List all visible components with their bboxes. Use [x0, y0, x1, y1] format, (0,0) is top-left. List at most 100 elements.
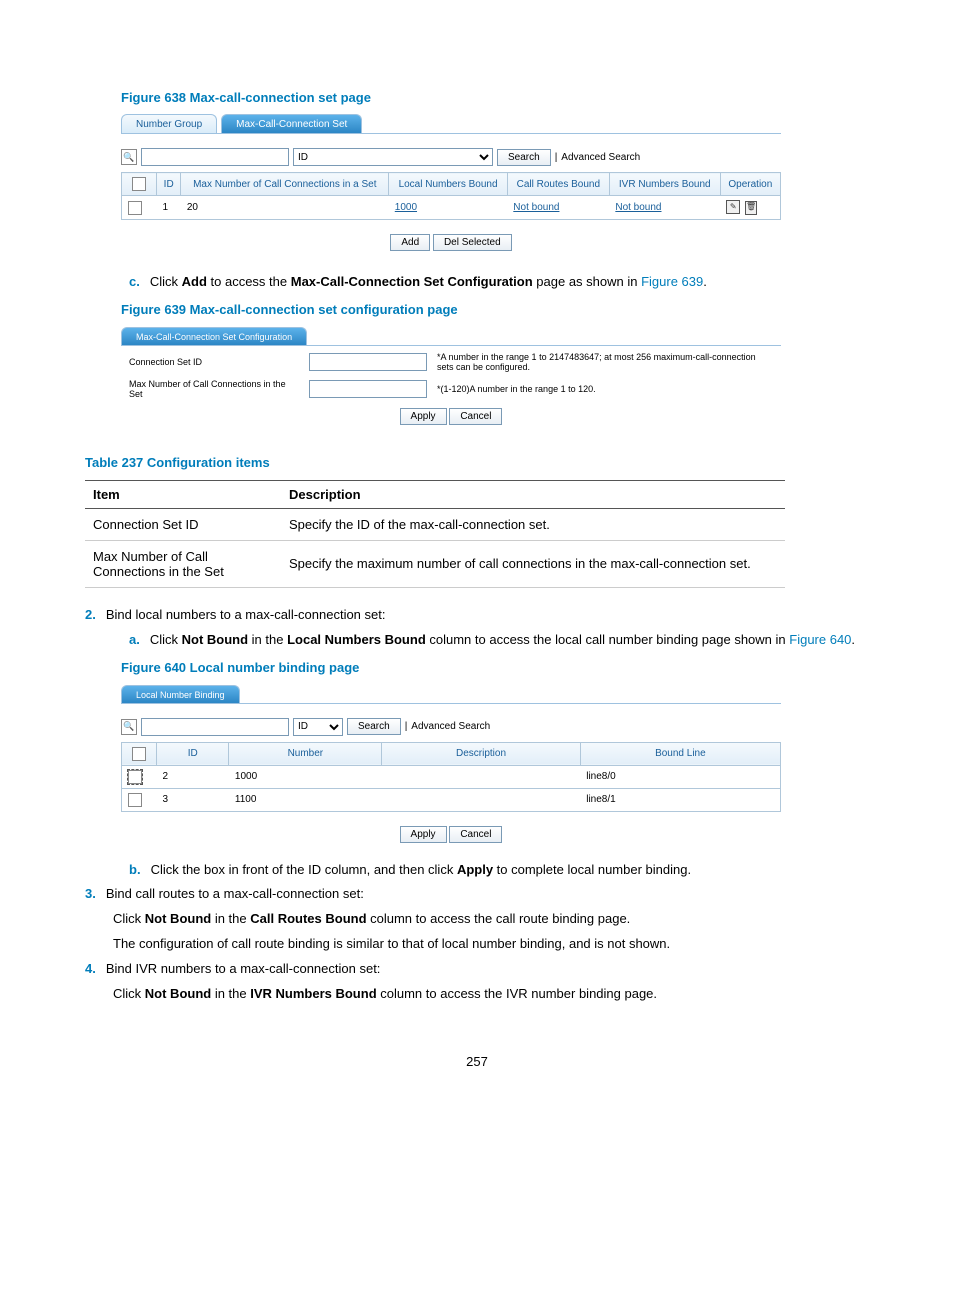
input-max-number[interactable]	[309, 380, 427, 398]
col-id: ID	[157, 173, 181, 196]
add-word: Add	[182, 274, 207, 289]
step-2a-marker: a.	[129, 632, 140, 647]
search-input[interactable]	[141, 148, 289, 166]
cell-desc: Specify the maximum number of call conne…	[281, 540, 785, 587]
step-3: 3.Bind call routes to a max-call-connect…	[113, 885, 869, 904]
cell-local-link[interactable]: 1000	[395, 202, 417, 213]
search-row: 🔍 ID Search | Advanced Search	[121, 718, 781, 736]
cell-desc	[382, 765, 580, 788]
tab-local-number-binding[interactable]: Local Number Binding	[121, 685, 240, 703]
text: column to access the local call number b…	[426, 632, 790, 647]
step-2b: b.Click the box in front of the ID colum…	[157, 861, 869, 880]
figure-640-caption: Figure 640 Local number binding page	[121, 660, 869, 675]
figure-638-caption: Figure 638 Max-call-connection set page	[121, 90, 869, 105]
row-checkbox[interactable]	[128, 201, 142, 215]
col-op: Operation	[720, 173, 780, 196]
text: Click	[150, 274, 182, 289]
figure-639: Max-Call-Connection Set Configuration Co…	[121, 323, 781, 425]
figure-640-link[interactable]: Figure 640	[789, 632, 851, 647]
table-row: Max Number of Call Connections in the Se…	[85, 540, 785, 587]
cell-number: 1100	[229, 788, 382, 811]
tab-strip: Number Group Max-Call-Connection Set	[121, 111, 781, 134]
table-237: Item Description Connection Set ID Speci…	[85, 480, 785, 588]
step-4: 4.Bind IVR numbers to a max-call-connect…	[113, 960, 869, 979]
not-bound-word: Not Bound	[145, 911, 211, 926]
cell-ivr-link[interactable]: Not bound	[615, 202, 661, 213]
cell-line: line8/0	[580, 765, 780, 788]
label-connection-set-id: Connection Set ID	[129, 357, 299, 367]
delete-icon[interactable]: 🗑	[745, 201, 757, 215]
text: Click the box in front of the ID column,…	[151, 862, 457, 877]
not-bound-word: Not Bound	[145, 986, 211, 1001]
local-number-grid: ID Number Description Bound Line 2 1000 …	[121, 742, 781, 812]
column-name: Call Routes Bound	[250, 911, 366, 926]
cell-desc	[382, 788, 580, 811]
cancel-button[interactable]: Cancel	[449, 408, 502, 425]
text: Click	[113, 911, 145, 926]
select-all-checkbox[interactable]	[132, 177, 146, 191]
search-row: 🔍 ID Search | Advanced Search	[121, 148, 781, 166]
cell-item: Connection Set ID	[85, 508, 281, 540]
hint-max-number: *(1-120)A number in the range 1 to 120.	[437, 384, 773, 394]
max-call-grid: ID Max Number of Call Connections in a S…	[121, 172, 781, 220]
search-button[interactable]: Search	[497, 149, 551, 166]
text: in the	[211, 911, 250, 926]
col-local: Local Numbers Bound	[389, 173, 508, 196]
cell-routes-link[interactable]: Not bound	[513, 202, 559, 213]
step-4-text: Bind IVR numbers to a max-call-connectio…	[106, 961, 381, 976]
select-all-checkbox[interactable]	[132, 747, 146, 761]
tab-number-group[interactable]: Number Group	[121, 114, 217, 133]
text: to complete local number binding.	[493, 862, 691, 877]
cell-id: 2	[157, 765, 229, 788]
text: .	[851, 632, 855, 647]
page-number: 257	[85, 1054, 869, 1069]
text: in the	[248, 632, 287, 647]
label-max-number: Max Number of Call Connections in the Se…	[129, 379, 299, 399]
column-name: Local Numbers Bound	[287, 632, 426, 647]
step-4-line2: Click Not Bound in the IVR Numbers Bound…	[113, 985, 869, 1004]
cell-item: Max Number of Call Connections in the Se…	[85, 540, 281, 587]
step-3-line3: The configuration of call route binding …	[113, 935, 869, 954]
tab-config[interactable]: Max-Call-Connection Set Configuration	[121, 327, 307, 345]
text: in the	[211, 986, 250, 1001]
step-2b-marker: b.	[129, 862, 141, 877]
cell-max: 20	[181, 196, 389, 220]
apply-button[interactable]: Apply	[400, 826, 447, 843]
search-icon: 🔍	[121, 149, 137, 165]
step-2a: a.Click Not Bound in the Local Numbers B…	[157, 631, 869, 650]
table-row: 3 1100 line8/1	[122, 788, 781, 811]
row-checkbox[interactable]	[128, 770, 142, 784]
text: page as shown in	[533, 274, 641, 289]
not-bound-word: Not Bound	[182, 632, 248, 647]
cell-id: 3	[157, 788, 229, 811]
search-icon: 🔍	[121, 719, 137, 735]
cancel-button[interactable]: Cancel	[449, 826, 502, 843]
table-row: Connection Set ID Specify the ID of the …	[85, 508, 785, 540]
step-c-marker: c.	[129, 274, 140, 289]
input-connection-set-id[interactable]	[309, 353, 427, 371]
th-item: Item	[85, 480, 281, 508]
del-selected-button[interactable]: Del Selected	[433, 234, 512, 251]
form-row-max-number: Max Number of Call Connections in the Se…	[121, 373, 781, 400]
advanced-search-link[interactable]: Advanced Search	[561, 152, 640, 163]
step-3-text: Bind call routes to a max-call-connectio…	[106, 886, 364, 901]
step-2-text: Bind local numbers to a max-call-connect…	[106, 607, 386, 622]
page-name: Max-Call-Connection Set Configuration	[291, 274, 533, 289]
edit-icon[interactable]: ✎	[726, 200, 740, 214]
search-input[interactable]	[141, 718, 289, 736]
cell-desc: Specify the ID of the max-call-connectio…	[281, 508, 785, 540]
col-line: Bound Line	[580, 742, 780, 765]
text: column to access the IVR number binding …	[377, 986, 657, 1001]
advanced-search-link[interactable]: Advanced Search	[411, 721, 490, 732]
apply-button[interactable]: Apply	[400, 408, 447, 425]
figure-639-link[interactable]: Figure 639	[641, 274, 703, 289]
form-row-connection-set-id: Connection Set ID *A number in the range…	[121, 346, 781, 373]
col-max: Max Number of Call Connections in a Set	[181, 173, 389, 196]
search-field-select[interactable]: ID	[293, 148, 493, 166]
add-button[interactable]: Add	[390, 234, 430, 251]
row-checkbox[interactable]	[128, 793, 142, 807]
search-field-select[interactable]: ID	[293, 718, 343, 736]
search-button[interactable]: Search	[347, 718, 401, 735]
cell-id: 1	[157, 196, 181, 220]
tab-max-call-connection-set[interactable]: Max-Call-Connection Set	[221, 114, 362, 133]
